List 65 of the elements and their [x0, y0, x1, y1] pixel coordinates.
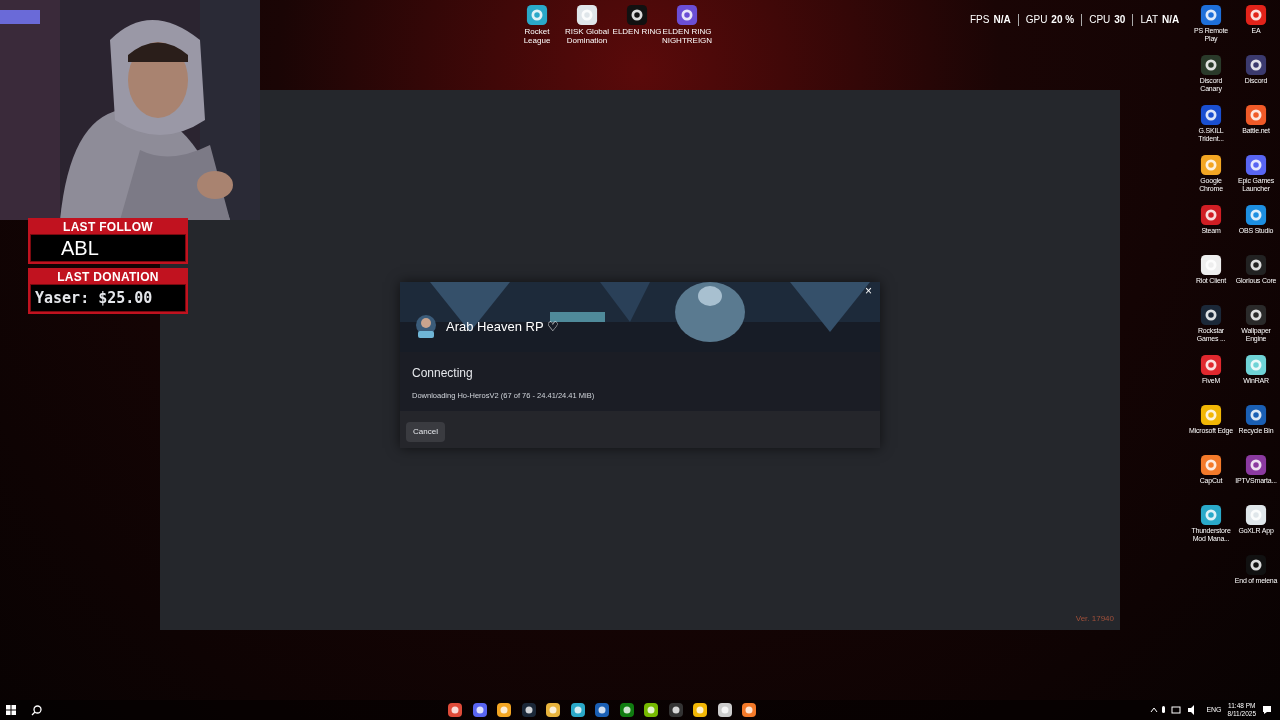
taskbar-app-icon[interactable] [520, 702, 537, 718]
cancel-button[interactable]: Cancel [406, 422, 445, 443]
app-icon [1200, 304, 1222, 326]
stat-value: N/A [993, 13, 1011, 27]
stat-value: 30 [1114, 13, 1126, 27]
app-icon [1245, 354, 1267, 376]
app-icon [1245, 254, 1267, 276]
stat-value: N/A [1162, 13, 1180, 27]
taskbar-app-icon[interactable] [447, 702, 463, 718]
app-icon [576, 4, 598, 26]
follower-name: ABL [60, 236, 100, 261]
app-icon [1200, 454, 1222, 476]
app-icon [1245, 504, 1267, 526]
app-icon [1245, 304, 1267, 326]
app-icon [626, 4, 648, 26]
app-icon [1245, 154, 1267, 176]
stat-value: 20 % [1051, 13, 1075, 27]
taskbar-app-icon[interactable] [471, 702, 488, 718]
app-icon [1245, 554, 1267, 576]
taskbar-app-icon[interactable] [618, 702, 635, 718]
app-icon [1200, 104, 1222, 126]
search-icon[interactable] [31, 704, 42, 716]
windows-icon[interactable] [6, 705, 16, 715]
version-label: Ver. 17940 [1075, 613, 1114, 625]
app-icon [1245, 454, 1267, 476]
stat-label: CPU [1089, 13, 1111, 27]
icon-label[interactable]: RISK Global Domination [562, 27, 612, 45]
icon-label[interactable]: ELDEN RING NIGHTREIGN [661, 27, 713, 45]
app-icon [1200, 354, 1222, 376]
app-icon [1200, 4, 1222, 26]
app-icon [676, 4, 698, 26]
status-label: Connecting [412, 365, 474, 382]
app-icon [526, 4, 548, 26]
icon-label[interactable]: ELDEN RING [612, 27, 662, 36]
taskbar-app-icon[interactable] [569, 702, 586, 718]
app-icon [1245, 404, 1267, 426]
taskbar-app-icon[interactable] [692, 702, 708, 718]
app-icon [1200, 54, 1222, 76]
taskbar-app-icon[interactable] [594, 702, 610, 718]
taskbar-app-icon[interactable] [716, 702, 733, 718]
close-button[interactable]: × [861, 285, 876, 297]
icon-label[interactable]: Rocket League [512, 27, 562, 45]
app-icon [1200, 404, 1222, 426]
app-icon [1200, 204, 1222, 226]
stat-label: LAT [1140, 13, 1158, 27]
taskbar-app-icon[interactable] [741, 702, 757, 718]
donation-text: Yaser: $25.00 [34, 288, 154, 309]
app-icon [1245, 104, 1267, 126]
taskbar-app-icon[interactable] [496, 702, 512, 718]
app-icon [1245, 204, 1267, 226]
app-icon [1245, 4, 1267, 26]
stat-label: GPU [1025, 13, 1048, 27]
taskbar-app-icon[interactable] [667, 702, 684, 718]
app-icon [1200, 504, 1222, 526]
app-icon [1200, 154, 1222, 176]
taskbar-app-icon[interactable] [545, 702, 561, 718]
server-logo-icon [414, 314, 438, 340]
server-name: Arab Heaven RP ♡ [446, 318, 559, 337]
stat-label: FPS [970, 13, 990, 27]
overlay-title: LAST DONATION [56, 270, 160, 284]
notification-icon[interactable] [1262, 705, 1272, 715]
app-icon [1245, 54, 1267, 76]
app-icon [1200, 254, 1222, 276]
taskbar-app-icon[interactable] [643, 702, 659, 718]
overlay-title: LAST FOLLOW [62, 220, 154, 234]
